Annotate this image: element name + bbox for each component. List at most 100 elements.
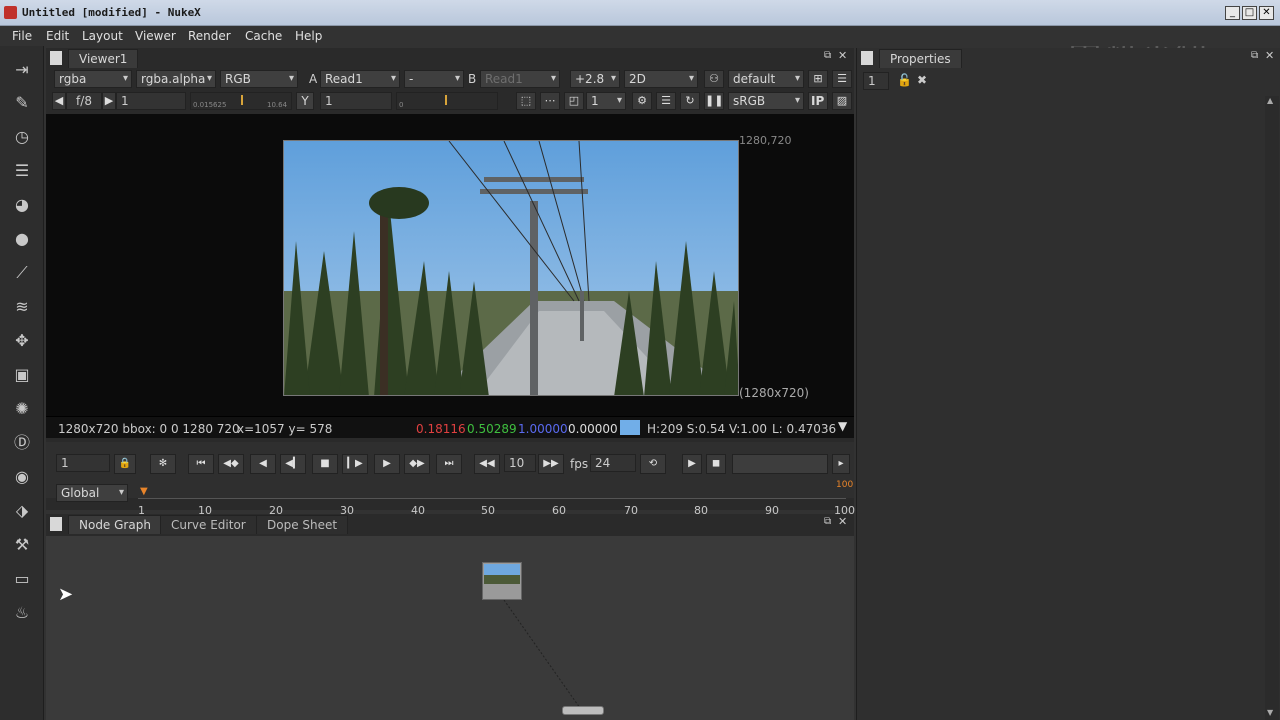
render-icon[interactable]: ◼ bbox=[706, 454, 726, 474]
alpha-channel-dropdown[interactable]: rgba.alpha bbox=[136, 70, 216, 88]
fps-input[interactable]: 24 bbox=[590, 454, 636, 472]
current-frame-input[interactable]: 1 bbox=[56, 454, 110, 472]
menu-render[interactable]: Render bbox=[188, 29, 231, 43]
3d-tool-icon[interactable]: ▣ bbox=[10, 363, 34, 387]
stop-icon[interactable]: ■ bbox=[312, 454, 338, 474]
channel-tool-icon[interactable]: ☰ bbox=[10, 159, 34, 183]
gamma-toggle[interactable]: Y bbox=[296, 92, 314, 110]
menu-file[interactable]: File bbox=[12, 29, 32, 43]
particles-tool-icon[interactable]: ✺ bbox=[10, 397, 34, 421]
b-input-dropdown[interactable]: Read1 bbox=[480, 70, 560, 88]
timeline-track[interactable] bbox=[138, 498, 846, 499]
gain-slider[interactable]: 0.015625 10.64 bbox=[190, 92, 292, 110]
gamma-slider[interactable]: 0 bbox=[396, 92, 498, 110]
input-process-toggle[interactable]: IP bbox=[808, 92, 828, 110]
play-backward-icon[interactable]: ◀▎ bbox=[280, 454, 306, 474]
display-channels-dropdown[interactable]: RGB bbox=[220, 70, 298, 88]
close-panel-icon[interactable]: ✕ bbox=[838, 515, 847, 528]
tab-properties[interactable]: Properties bbox=[879, 49, 962, 68]
colorspace-dropdown[interactable]: sRGB bbox=[728, 92, 804, 110]
furnace-tool-icon[interactable]: ♨ bbox=[10, 601, 34, 625]
image-tool-icon[interactable]: ⇥ bbox=[10, 58, 34, 82]
info-bar-menu-icon[interactable]: ▼ bbox=[838, 419, 847, 433]
freeze-icon[interactable]: ✻ bbox=[150, 454, 176, 474]
other-tool-icon[interactable]: ⚒ bbox=[10, 533, 34, 557]
filter-tool-icon[interactable]: ● bbox=[10, 227, 34, 251]
close-panel-icon[interactable]: ✕ bbox=[1265, 49, 1274, 62]
a-input-dropdown[interactable]: Read1 bbox=[320, 70, 400, 88]
tab-viewer1[interactable]: Viewer1 bbox=[68, 49, 139, 68]
menu-viewer[interactable]: Viewer bbox=[135, 29, 176, 43]
last-frame-icon[interactable]: ⏭ bbox=[436, 454, 462, 474]
frame-increment-input[interactable]: 10 bbox=[504, 454, 536, 472]
max-panels-input[interactable]: 1 bbox=[863, 72, 889, 90]
lock-icon[interactable]: 🔒 bbox=[114, 454, 136, 474]
refresh-icon[interactable]: ↻ bbox=[680, 92, 700, 110]
properties-scrollbar[interactable]: ▲ ▼ bbox=[1265, 96, 1279, 720]
tab-dope-sheet[interactable]: Dope Sheet bbox=[256, 515, 349, 534]
fstop-field[interactable]: f/8 bbox=[66, 92, 102, 110]
time-tool-icon[interactable]: ◷ bbox=[10, 125, 34, 149]
gamma-slider-handle[interactable] bbox=[445, 95, 447, 105]
step-back-icon[interactable]: ◀ bbox=[250, 454, 276, 474]
keyer-tool-icon[interactable]: ⟋ bbox=[10, 261, 34, 285]
channels-dropdown[interactable]: rgba bbox=[54, 70, 132, 88]
viewer-node[interactable] bbox=[562, 706, 604, 715]
clip-warning-icon[interactable]: ⬚ bbox=[516, 92, 536, 110]
scroll-down-icon[interactable]: ▼ bbox=[1267, 708, 1273, 717]
view-mode-dropdown[interactable]: 2D bbox=[624, 70, 698, 88]
render-region-icon[interactable]: ⚙ bbox=[632, 92, 652, 110]
viewer-canvas[interactable]: 1280,720 (1280x720) bbox=[46, 114, 854, 416]
maximize-button[interactable]: □ bbox=[1242, 6, 1257, 20]
menu-layout[interactable]: Layout bbox=[82, 29, 123, 43]
gamma-input[interactable]: 1 bbox=[320, 92, 392, 110]
overscan-icon[interactable]: ⋯ bbox=[540, 92, 560, 110]
clear-panels-icon[interactable]: ✖ bbox=[917, 73, 927, 87]
pause-icon[interactable]: ❚❚ bbox=[704, 92, 724, 110]
menu-cache[interactable]: Cache bbox=[245, 29, 282, 43]
float-panel-icon[interactable]: ⧉ bbox=[824, 50, 831, 61]
prev-keyframe-icon[interactable]: ◀◆ bbox=[218, 454, 244, 474]
deep-tool-icon[interactable]: Ⓓ bbox=[10, 431, 34, 455]
float-panel-icon[interactable]: ⧉ bbox=[824, 516, 831, 527]
menu-edit[interactable]: Edit bbox=[46, 29, 69, 43]
proxy-scale-dropdown[interactable]: 1 bbox=[586, 92, 626, 110]
proxy-icon[interactable]: ◰ bbox=[564, 92, 584, 110]
layers-icon[interactable]: ☰ bbox=[656, 92, 676, 110]
close-button[interactable]: ✕ bbox=[1259, 6, 1274, 20]
skip-back-icon[interactable]: ◀◀ bbox=[474, 454, 500, 474]
first-frame-icon[interactable]: ⏮ bbox=[188, 454, 214, 474]
loop-mode-icon[interactable]: ⟲ bbox=[640, 454, 666, 474]
color-tool-icon[interactable]: ◕ bbox=[10, 193, 34, 217]
play-forward-icon[interactable]: ▎▶ bbox=[342, 454, 368, 474]
compare-operation-dropdown[interactable]: - bbox=[404, 70, 464, 88]
node-graph-canvas[interactable]: ➤ bbox=[46, 538, 854, 720]
float-panel-icon[interactable]: ⧉ bbox=[1251, 50, 1258, 61]
frame-range-dropdown[interactable]: Global bbox=[56, 484, 128, 502]
camera-icon[interactable]: ⚇ bbox=[704, 70, 724, 88]
viewer-lut-dropdown[interactable]: default bbox=[728, 70, 804, 88]
panel-menu-icon[interactable] bbox=[50, 517, 62, 531]
skip-forward-icon[interactable]: ▶▶ bbox=[538, 454, 564, 474]
gain-input[interactable]: 1 bbox=[116, 92, 186, 110]
flipbook-icon[interactable]: ▶ bbox=[682, 454, 702, 474]
toolsets-tool-icon[interactable]: ▭ bbox=[10, 567, 34, 591]
viewer-menu-icon[interactable]: ☰ bbox=[832, 70, 852, 88]
step-forward-icon[interactable]: ▶ bbox=[374, 454, 400, 474]
gain-slider-handle[interactable] bbox=[241, 95, 243, 105]
transform-tool-icon[interactable]: ✥ bbox=[10, 329, 34, 353]
timeline[interactable]: Global ▼ 100 bbox=[46, 480, 854, 510]
menu-help[interactable]: Help bbox=[295, 29, 322, 43]
fstop-increment-icon[interactable]: ▶ bbox=[102, 92, 116, 110]
panel-menu-icon[interactable] bbox=[50, 51, 62, 65]
tab-curve-editor[interactable]: Curve Editor bbox=[160, 515, 257, 534]
fstop-decrement-icon[interactable]: ◀ bbox=[52, 92, 66, 110]
panel-menu-icon[interactable] bbox=[861, 51, 873, 65]
merge-tool-icon[interactable]: ≋ bbox=[10, 295, 34, 319]
tab-node-graph[interactable]: Node Graph bbox=[68, 515, 162, 534]
wipe-icon[interactable]: ▨ bbox=[832, 92, 852, 110]
next-keyframe-icon[interactable]: ◆▶ bbox=[404, 454, 430, 474]
playback-options-icon[interactable]: ▸ bbox=[832, 454, 850, 474]
draw-tool-icon[interactable]: ✎ bbox=[10, 91, 34, 115]
lock-icon[interactable]: 🔓 bbox=[897, 73, 912, 87]
